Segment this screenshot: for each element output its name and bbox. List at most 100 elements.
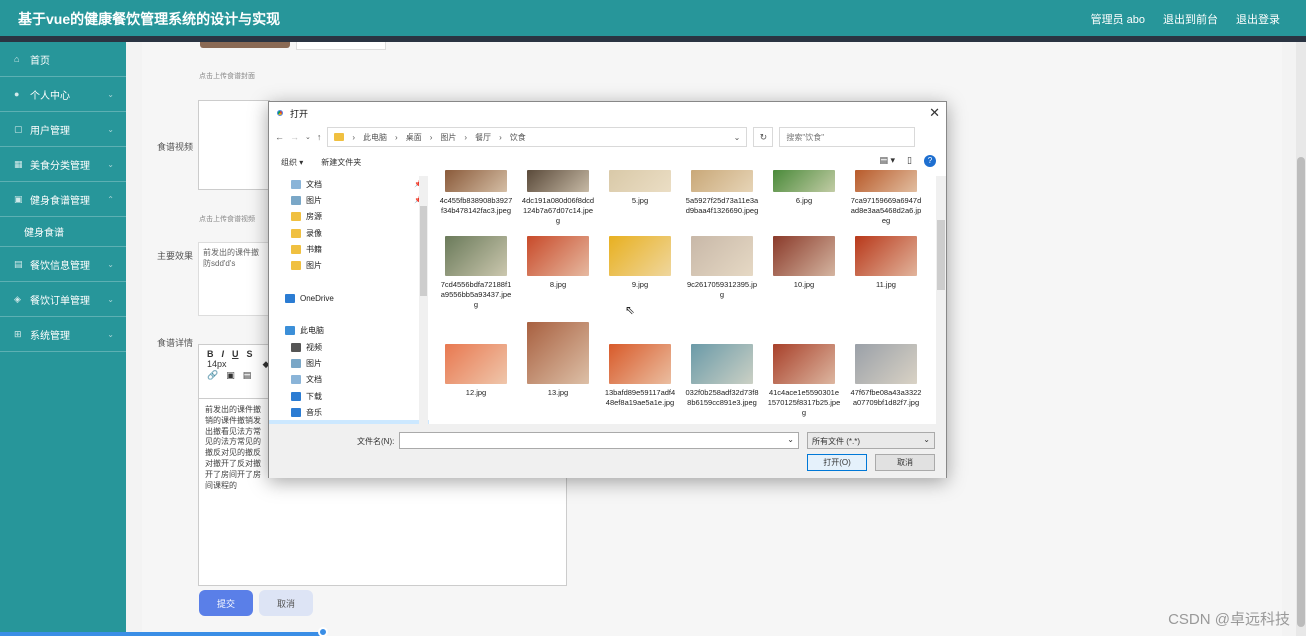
scrollbar-thumb[interactable] (420, 206, 427, 296)
breadcrumb-item[interactable]: 餐厅 (475, 132, 491, 143)
breadcrumb-item[interactable]: 饮食 (510, 132, 526, 143)
view-options-icon[interactable]: ▤ ▾ (880, 155, 896, 167)
file-item[interactable]: 13.jpg (521, 322, 595, 398)
tree-item[interactable]: 书籍 (269, 241, 429, 257)
back-to-front-link[interactable]: 退出到前台 (1163, 11, 1218, 27)
file-item[interactable]: 7ca97159669a6947dad8e3aa5468d2a6.jpeg (849, 170, 923, 226)
video-icon[interactable]: ▤ (243, 370, 252, 381)
file-item[interactable]: 10.jpg (767, 236, 841, 290)
file-item[interactable]: 4c455fb838908b3927f34b478142fac3.jpeg (439, 170, 513, 216)
tree-item[interactable]: 图片📌 (269, 192, 429, 208)
submit-button[interactable]: 提交 (199, 590, 253, 616)
sidebar-item-home[interactable]: ⌂ 首页 (0, 42, 126, 77)
sidebar-item-food-info[interactable]: ▤ 餐饮信息管理 ⌄ (0, 247, 126, 282)
chevron-down-icon: ⌄ (107, 259, 114, 269)
file-item[interactable]: 7cd4556bdfa72188f1a9556bb5a93437.jpeg (439, 236, 513, 310)
file-item[interactable]: 8.jpg (521, 236, 595, 290)
filetype-select[interactable]: 所有文件 (*.*) ⌄ (807, 432, 935, 449)
close-icon[interactable]: ✕ (929, 105, 940, 121)
breadcrumb-item[interactable]: 桌面 (406, 132, 422, 143)
sidebar-item-users[interactable]: ▢ 用户管理 ⌄ (0, 112, 126, 147)
effect-textarea[interactable]: 前发出的课件撤 防sdd'd's (198, 242, 270, 316)
breadcrumb-item[interactable]: 此电脑 (363, 132, 387, 143)
help-icon[interactable]: ? (924, 155, 936, 167)
preview-pane-icon[interactable]: ▯ (907, 155, 912, 167)
file-item[interactable]: 11.jpg (849, 236, 923, 290)
file-item[interactable]: 5a5927f25d73a11e3ad9baa4f1326690.jpeg (685, 170, 759, 216)
tree-item-label: 录像 (306, 228, 322, 238)
tree-item[interactable]: 图片 (269, 257, 429, 273)
admin-user-link[interactable]: 管理员 abo (1091, 11, 1145, 27)
sidebar-item-recipe[interactable]: ▣ 健身食谱管理 ⌃ (0, 182, 126, 217)
sidebar-subitem-recipe[interactable]: 健身食谱 (0, 217, 126, 247)
search-input[interactable]: 搜索"饮食" (779, 127, 916, 147)
file-name: 10.jpg (793, 280, 815, 289)
users-icon: ▢ (14, 123, 23, 134)
file-item[interactable]: 9c2617059312395.jpg (685, 236, 759, 300)
file-item[interactable]: 13bafd89e59117adf448ef8a19ae5a1e.jpg (603, 344, 677, 408)
address-bar[interactable]: › 此电脑 › 桌面 › 图片 › 餐厅 › 饮食 ⌄ (327, 127, 748, 147)
sidebar-item-orders[interactable]: ◈ 餐饮订单管理 ⌄ (0, 282, 126, 317)
file-item[interactable]: 41c4ace1e5590301e1570125f8317b25.jpeg (767, 344, 841, 418)
tree-item[interactable]: 文档📌 (269, 176, 429, 192)
image-icon[interactable]: ▣ (226, 370, 235, 381)
sidebar-item-profile[interactable]: ● 个人中心 ⌄ (0, 77, 126, 112)
recent-dropdown-icon[interactable]: ⌄ (305, 133, 311, 141)
scrollbar-thumb[interactable] (1297, 157, 1305, 627)
bold-icon[interactable]: B (207, 349, 214, 359)
tree-item[interactable]: OneDrive (269, 290, 429, 306)
chevron-down-icon[interactable]: ⌄ (787, 435, 794, 444)
italic-icon[interactable]: I (222, 349, 225, 359)
underline-icon[interactable]: U (232, 349, 239, 359)
address-row: ← → ⌄ ↑ › 此电脑 › 桌面 › 图片 › 餐厅 › 饮食 ⌄ ↻ 搜索"饮食" (269, 124, 946, 150)
tree-item-label: 图片 (306, 261, 322, 271)
chevron-down-icon[interactable]: ⌄ (734, 133, 741, 142)
tree-item[interactable]: 图片 (269, 355, 429, 371)
filename-input[interactable]: ⌄ (399, 432, 799, 449)
file-item[interactable]: 12.jpg (439, 344, 513, 398)
tree-scrollbar[interactable] (419, 176, 428, 424)
chevron-down-icon: ⌄ (923, 435, 930, 444)
tree-item[interactable]: 房源 (269, 209, 429, 225)
video-upload-box[interactable] (198, 100, 270, 190)
cancel-button[interactable]: 取消 (259, 590, 313, 616)
tree-item[interactable]: 下载 (269, 388, 429, 404)
grid-scrollbar[interactable] (936, 176, 946, 424)
organize-button[interactable]: 组织 ▾ (281, 157, 303, 168)
sidebar-item-system[interactable]: ⊞ 系统管理 ⌄ (0, 317, 126, 352)
new-folder-button[interactable]: 新建文件夹 (321, 157, 361, 168)
dialog-cancel-button[interactable]: 取消 (875, 454, 935, 471)
tree-item[interactable]: 文档 (269, 372, 429, 388)
tree-item[interactable]: 音乐 (269, 404, 429, 420)
recipe-icon: ▣ (14, 193, 23, 204)
file-item[interactable]: 4dc191a080d06f8dcd124b7a67d07c14.jpeg (521, 170, 595, 226)
tree-item-label: 书籍 (306, 244, 322, 254)
up-arrow-icon[interactable]: ↑ (317, 132, 322, 142)
link-icon[interactable]: 🔗 (207, 370, 218, 381)
file-item[interactable]: 032f0b258adf32d73f88b6159cc891e3.jpeg (685, 344, 759, 408)
sidebar-item-food-category[interactable]: ▦ 美食分类管理 ⌄ (0, 147, 126, 182)
cover-thumbnail (200, 42, 290, 48)
tree-item[interactable]: 此电脑 (269, 323, 429, 339)
file-item[interactable]: 6.jpg (767, 170, 841, 206)
editor-content[interactable]: 前发出的课件撤销的课件撤销发出撤看见法方常见的法方常见的撤反对见的撤反对撤开了反… (199, 399, 271, 497)
file-name: 13.jpg (547, 388, 569, 397)
file-name: 4c455fb838908b3927f34b478142fac3.jpeg (439, 196, 513, 216)
font-size-select[interactable]: 14px (207, 359, 227, 369)
forward-arrow-icon[interactable]: → (290, 132, 299, 142)
strike-icon[interactable]: S (247, 349, 253, 359)
refresh-icon[interactable]: ↻ (753, 127, 774, 147)
page-scrollbar[interactable] (1296, 42, 1306, 636)
scrollbar-thumb[interactable] (937, 220, 945, 290)
breadcrumb-item[interactable]: 图片 (440, 132, 456, 143)
chrome-icon (275, 108, 285, 118)
logout-link[interactable]: 退出登录 (1236, 11, 1280, 27)
file-item[interactable]: 9.jpg (603, 236, 677, 290)
tree-item[interactable]: 录像 (269, 225, 429, 241)
tree-item[interactable]: 视频 (269, 339, 429, 355)
back-arrow-icon[interactable]: ← (275, 132, 284, 142)
cover-upload-button[interactable] (296, 42, 386, 50)
file-item[interactable]: 5.jpg (603, 170, 677, 206)
open-button[interactable]: 打开(O) (807, 454, 867, 471)
file-item[interactable]: 47f67fbe08a43a3322a07709bf1d82f7.jpg (849, 344, 923, 408)
